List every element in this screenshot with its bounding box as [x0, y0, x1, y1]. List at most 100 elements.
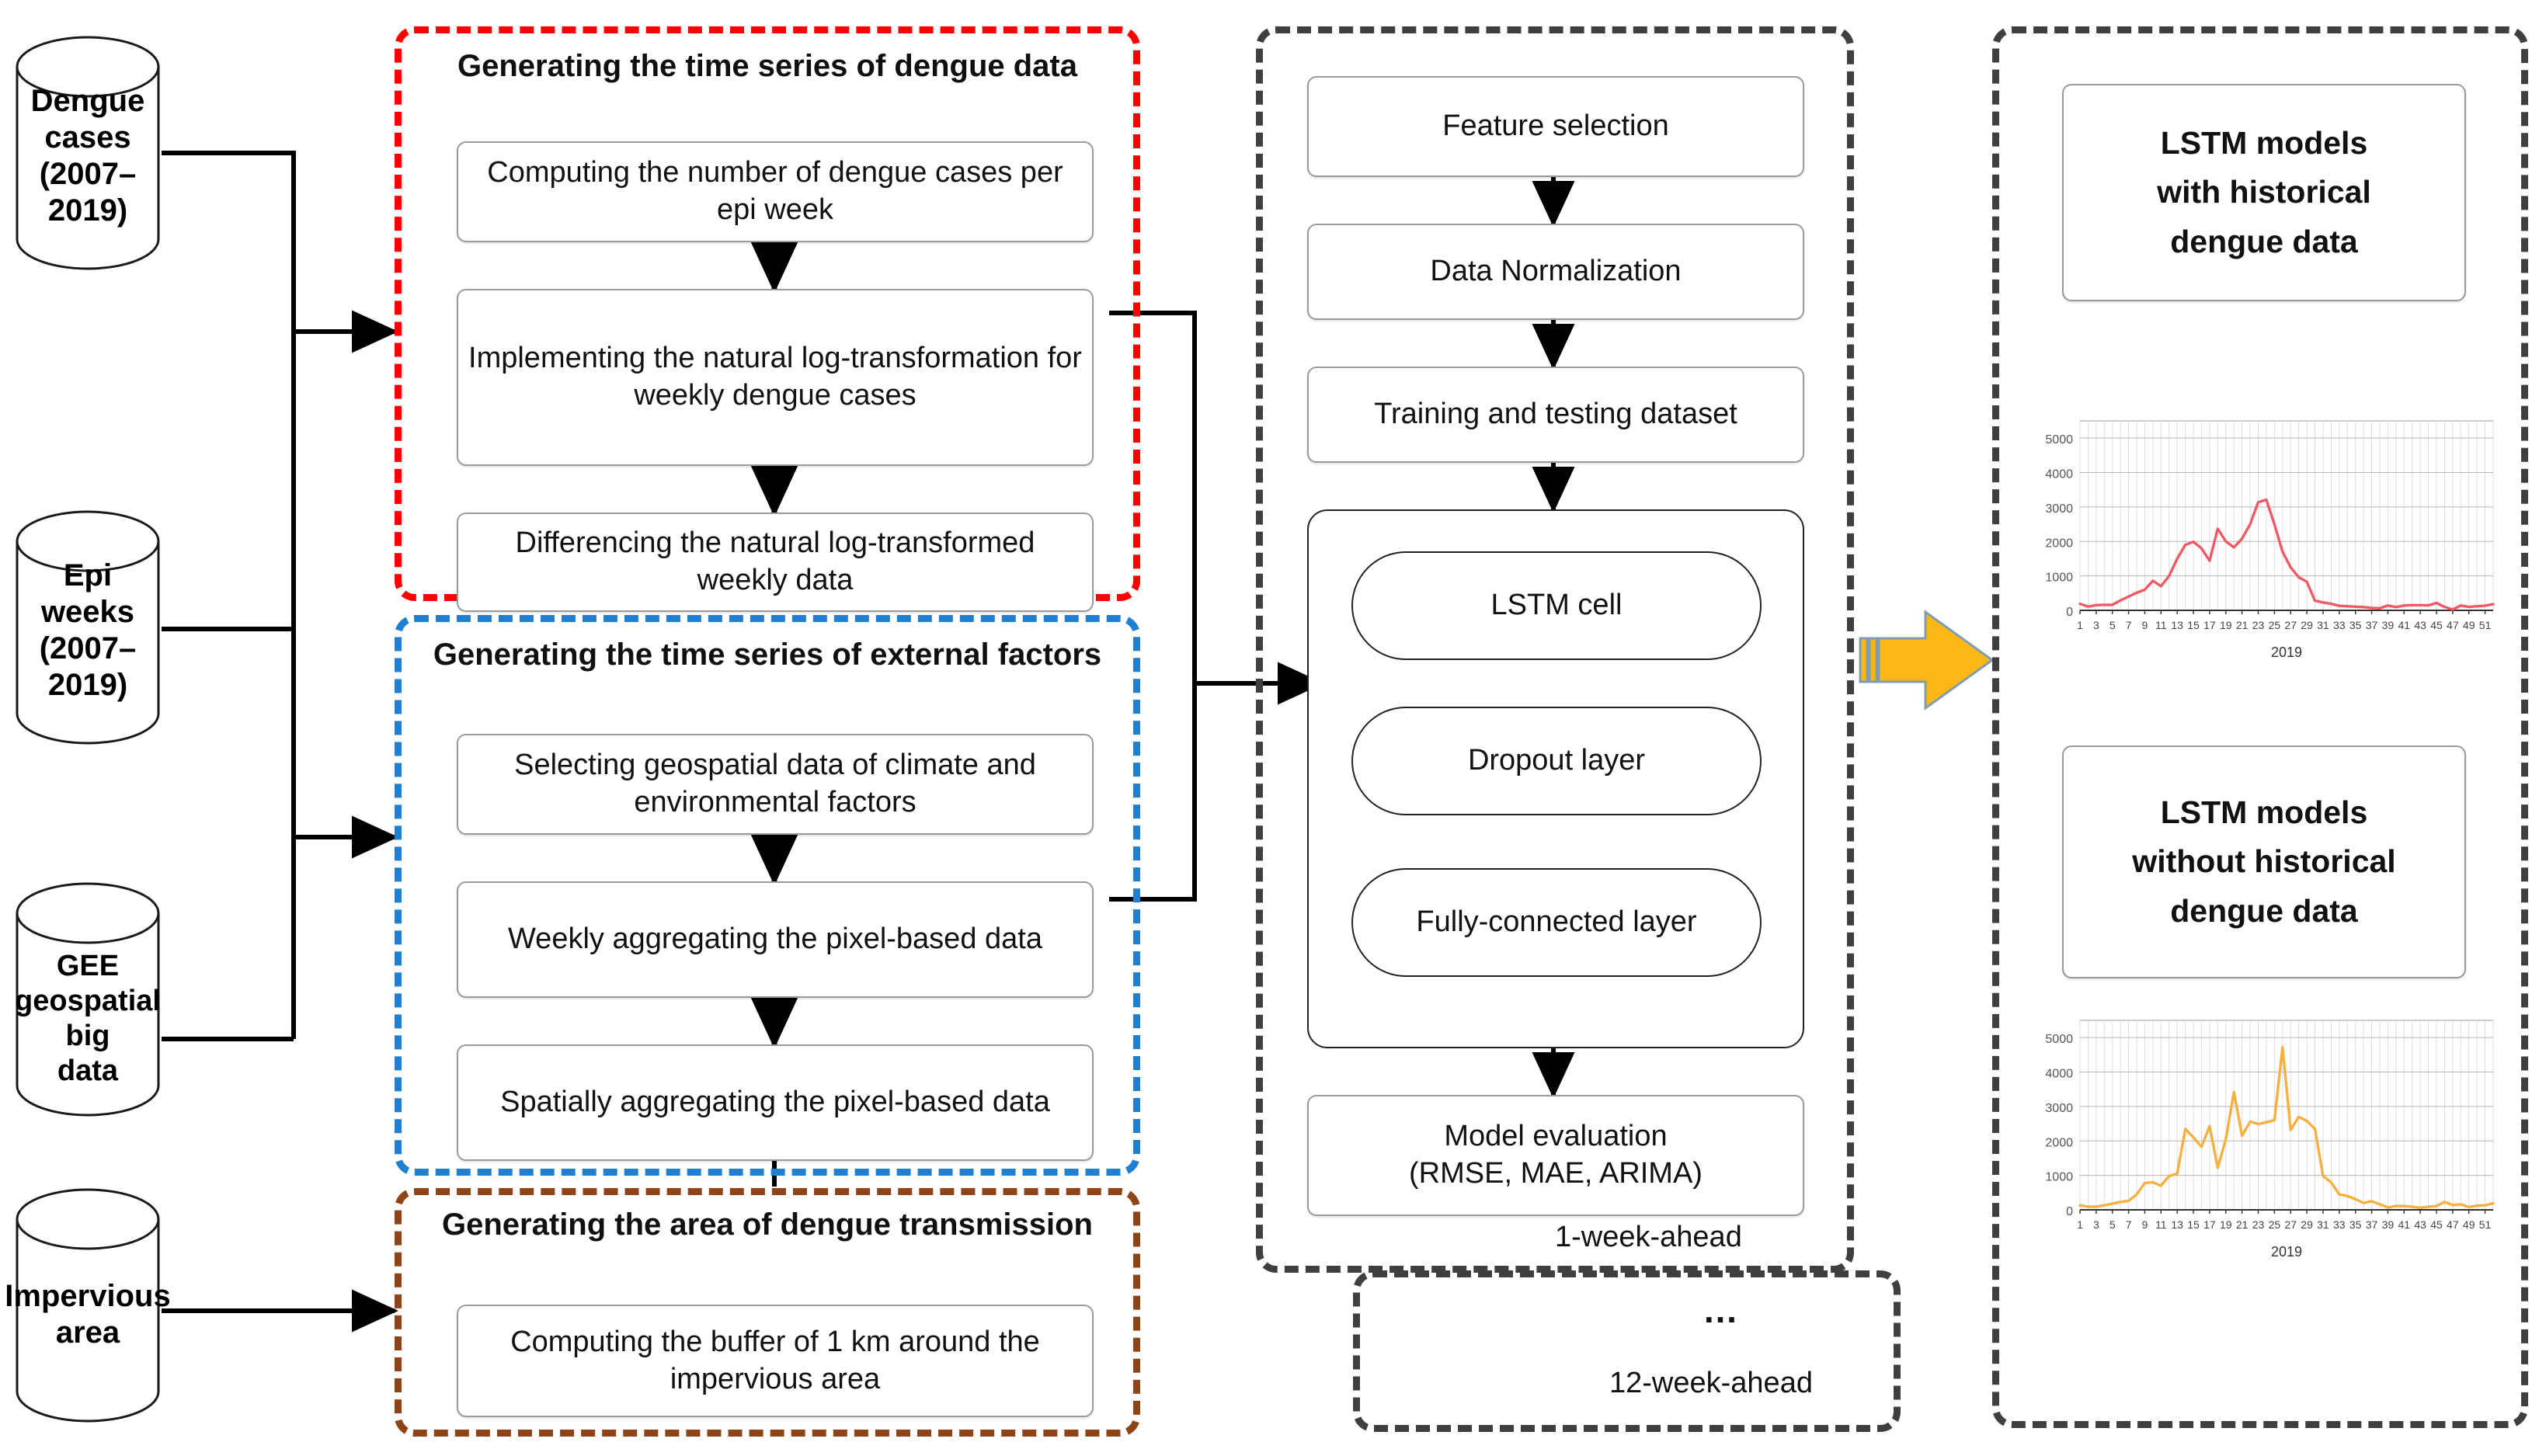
- svg-text:3000: 3000: [2045, 502, 2073, 516]
- svg-text:13: 13: [2171, 1218, 2183, 1231]
- output-label-line: LSTM models: [2160, 124, 2368, 161]
- svg-text:7: 7: [2126, 1218, 2132, 1231]
- svg-text:2019: 2019: [2271, 1244, 2302, 1260]
- svg-text:2000: 2000: [2045, 537, 2073, 550]
- layer-box-fully-connected: Fully-connected layer: [1351, 868, 1762, 977]
- svg-text:35: 35: [2349, 619, 2362, 631]
- svg-text:2019: 2019: [2271, 645, 2302, 660]
- group-modeling-12-week-ahead: [1353, 1270, 1901, 1432]
- svg-text:9: 9: [2142, 619, 2148, 631]
- svg-text:45: 45: [2430, 619, 2443, 631]
- group-title-external-factors: Generating the time series of external f…: [433, 638, 1102, 672]
- diagram-canvas: Dengue cases (2007–2019) Epi weeks (2007…: [0, 0, 2546, 1456]
- layer-label: Dropout layer: [1467, 744, 1646, 777]
- step-label: Weekly aggregating the pixel-based data: [508, 923, 1042, 956]
- step-box-spatial-aggregation: Spatially aggregating the pixel-based da…: [457, 1044, 1094, 1161]
- model-evaluation-line-2: (RMSE, MAE, ARIMA): [1409, 1157, 1703, 1190]
- datasource-label-line: area: [55, 1315, 120, 1350]
- step-label: Training and testing dataset: [1374, 398, 1737, 431]
- svg-text:33: 33: [2333, 1218, 2346, 1231]
- layer-label: LSTM cell: [1490, 589, 1623, 622]
- datasource-epi-weeks: Epi weeks (2007–2019): [14, 509, 162, 746]
- model-evaluation-line-1: Model evaluation: [1444, 1120, 1668, 1153]
- step-label: Computing the buffer of 1 km around the …: [510, 1325, 1040, 1395]
- svg-text:21: 21: [2236, 619, 2249, 631]
- output-label-line: dengue data: [2170, 223, 2358, 259]
- output-label-line: without historical: [2132, 843, 2396, 880]
- process-transfer-arrow: [1859, 606, 1998, 714]
- output-label-line: LSTM models: [2160, 794, 2368, 830]
- svg-text:43: 43: [2414, 1218, 2426, 1231]
- chart-with-historical-dengue-data: 0 1000 2000 3000 4000 5000 1 3 5 7 9 11 13 15 17 19 21 23…: [2019, 410, 2501, 666]
- svg-text:35: 35: [2349, 1218, 2362, 1231]
- svg-text:25: 25: [2269, 619, 2281, 631]
- svg-text:15: 15: [2187, 1218, 2200, 1231]
- layer-box-lstm-cell: LSTM cell: [1351, 551, 1762, 660]
- svg-text:39: 39: [2382, 1218, 2395, 1231]
- svg-text:29: 29: [2301, 619, 2313, 631]
- svg-text:2000: 2000: [2045, 1136, 2073, 1149]
- svg-text:17: 17: [2203, 1218, 2216, 1231]
- svg-text:7: 7: [2126, 619, 2132, 631]
- step-label: Spatially aggregating the pixel-based da…: [500, 1086, 1050, 1119]
- svg-text:41: 41: [2398, 1218, 2410, 1231]
- svg-text:51: 51: [2479, 619, 2492, 631]
- svg-text:41: 41: [2398, 619, 2410, 631]
- svg-text:25: 25: [2269, 1218, 2281, 1231]
- svg-text:1: 1: [2077, 619, 2083, 631]
- datasource-impervious-area: Impervious area: [5, 1187, 171, 1424]
- svg-text:11: 11: [2155, 1218, 2167, 1231]
- layer-box-dropout: Dropout layer: [1351, 707, 1762, 815]
- output-box-without-historical-data: LSTM models without historical dengue da…: [2062, 745, 2466, 978]
- svg-text:0: 0: [2066, 1205, 2073, 1218]
- datasource-label-line: Impervious: [5, 1278, 171, 1313]
- step-label: Feature selection: [1442, 109, 1669, 143]
- step-box-model-evaluation: Model evaluation (RMSE, MAE, ARIMA): [1307, 1095, 1804, 1216]
- datasource-label-line: data: [57, 1054, 119, 1087]
- output-label-line: dengue data: [2170, 892, 2358, 929]
- horizon-label-first: 1-week-ahead: [1555, 1221, 1742, 1253]
- svg-text:11: 11: [2155, 619, 2167, 631]
- step-box-data-normalization: Data Normalization: [1307, 224, 1804, 320]
- svg-text:15: 15: [2187, 619, 2200, 631]
- step-label: Selecting geospatial data of climate and…: [514, 749, 1036, 818]
- step-box-compute-cases-per-week: Computing the number of dengue cases per…: [457, 141, 1094, 242]
- step-box-feature-selection: Feature selection: [1307, 76, 1804, 177]
- svg-text:29: 29: [2301, 1218, 2313, 1231]
- svg-text:19: 19: [2220, 619, 2232, 631]
- step-label: Computing the number of dengue cases per…: [487, 156, 1063, 226]
- datasource-label-line: Epi weeks: [40, 558, 135, 629]
- svg-text:37: 37: [2366, 1218, 2378, 1231]
- svg-text:27: 27: [2284, 1218, 2297, 1231]
- svg-text:5000: 5000: [2045, 433, 2073, 447]
- svg-text:39: 39: [2382, 619, 2395, 631]
- svg-text:37: 37: [2366, 619, 2378, 631]
- datasource-label-line: (2007–2019): [39, 157, 137, 228]
- chart-without-historical-dengue-data: 0 1000 2000 3000 4000 5000 1 3 5 7 9 11 13 15 17 19 21 23…: [2019, 1009, 2501, 1266]
- svg-text:5000: 5000: [2045, 1033, 2073, 1046]
- svg-text:3000: 3000: [2045, 1102, 2073, 1115]
- svg-text:1: 1: [2077, 1218, 2083, 1231]
- svg-text:23: 23: [2252, 1218, 2265, 1231]
- horizon-label-last: 12-week-ahead: [1609, 1367, 1813, 1399]
- svg-text:33: 33: [2333, 619, 2346, 631]
- svg-text:4000: 4000: [2045, 1068, 2073, 1081]
- datasource-label-line: GEE: [56, 950, 120, 983]
- svg-text:3: 3: [2093, 619, 2099, 631]
- svg-text:47: 47: [2447, 1218, 2459, 1231]
- svg-text:19: 19: [2220, 1218, 2232, 1231]
- datasource-dengue-cases: Dengue cases (2007–2019): [14, 34, 162, 272]
- svg-text:0: 0: [2066, 606, 2073, 619]
- group-title-dengue-timeseries: Generating the time series of dengue dat…: [457, 49, 1077, 83]
- svg-text:45: 45: [2430, 1218, 2443, 1231]
- svg-text:9: 9: [2142, 1218, 2148, 1231]
- layer-label: Fully-connected layer: [1416, 905, 1697, 939]
- svg-text:47: 47: [2447, 619, 2459, 631]
- svg-text:51: 51: [2479, 1218, 2492, 1231]
- svg-text:27: 27: [2284, 619, 2297, 631]
- svg-text:17: 17: [2203, 619, 2216, 631]
- svg-text:23: 23: [2252, 619, 2265, 631]
- step-box-log-transformation: Implementing the natural log-transformat…: [457, 289, 1094, 466]
- step-box-differencing: Differencing the natural log-transformed…: [457, 513, 1094, 612]
- svg-text:4000: 4000: [2045, 468, 2073, 481]
